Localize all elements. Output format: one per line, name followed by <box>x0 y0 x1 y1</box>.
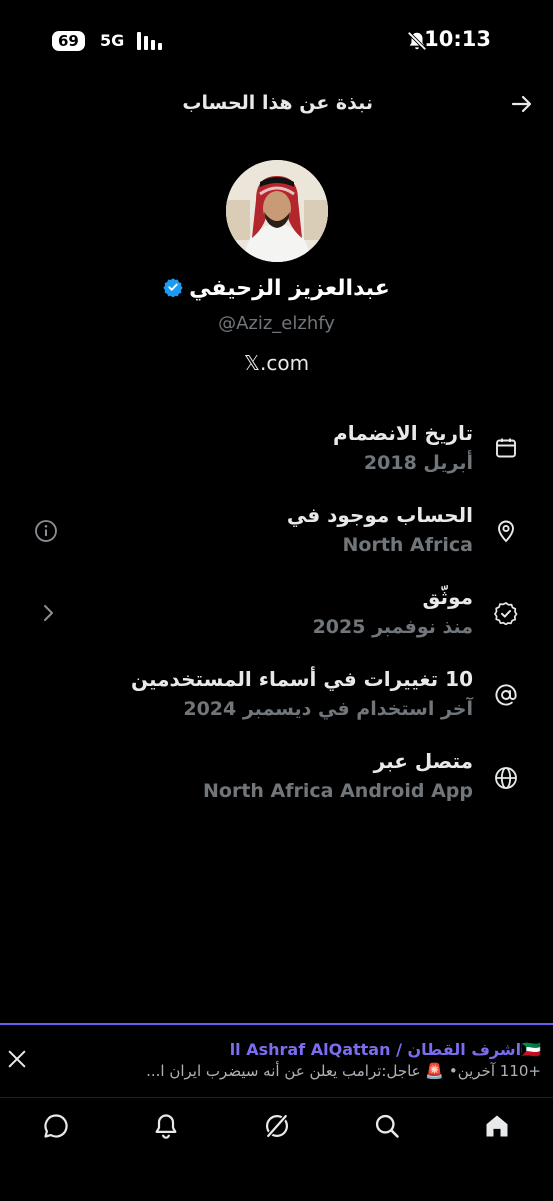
home-icon[interactable] <box>483 1112 511 1140</box>
location-pin-icon <box>498 520 514 543</box>
globe-icon <box>495 767 517 789</box>
location-value: North Africa <box>342 534 474 556</box>
username-changes-value: آخر استخدام في ديسمبر 2024 <box>183 698 473 720</box>
verified-value: منذ نوفمبر 2025 <box>312 616 473 638</box>
avatar[interactable] <box>226 160 328 262</box>
notification-text[interactable]: +110 آخرين• 🚨 عاجل:ترامب يعلن عن أنه سيض… <box>146 1062 541 1080</box>
close-icon[interactable] <box>6 1048 28 1070</box>
calendar-icon <box>496 438 516 458</box>
status-bar: 69 5G 10:13 <box>0 0 553 80</box>
user-handle: @Aziz_elzhfy <box>218 313 335 334</box>
at-sign-icon <box>495 684 517 706</box>
display-name: عبدالعزيز الزحيفي <box>189 276 390 301</box>
notification-banner[interactable] <box>0 1023 553 1097</box>
connected-via-value: North Africa Android App <box>203 780 473 802</box>
info-icon[interactable] <box>34 519 58 543</box>
back-arrow-icon[interactable] <box>510 92 534 116</box>
verified-outline-icon <box>494 602 518 625</box>
avatar-image <box>226 160 328 262</box>
messages-icon[interactable] <box>42 1112 70 1140</box>
join-date-title: تاريخ الانضمام <box>333 421 473 445</box>
signal-strength-icon <box>137 32 163 50</box>
clock: 10:13 <box>424 27 491 51</box>
network-type: 5G <box>100 31 125 50</box>
chevron-right-icon[interactable] <box>36 601 60 625</box>
connected-via-title: متصل عبر <box>373 749 473 773</box>
site-label: 𝕏.com <box>243 351 310 375</box>
notification-title[interactable]: اا Ashraf AlQattan / اشرف القطان🇰🇼 <box>230 1040 541 1059</box>
notifications-bell-icon[interactable] <box>152 1112 180 1140</box>
battery-indicator: 69 <box>52 31 85 51</box>
page-title: نبذة عن هذا الحساب <box>182 92 373 114</box>
search-icon[interactable] <box>373 1112 401 1140</box>
grok-icon[interactable] <box>263 1112 291 1140</box>
display-name-row: عبدالعزيز الزحيفي <box>0 276 553 301</box>
verified-title: موثّق <box>422 585 473 609</box>
location-title: الحساب موجود في <box>286 503 473 527</box>
join-date-value: أبريل 2018 <box>363 452 473 474</box>
verified-badge-icon <box>163 278 183 297</box>
username-changes-title: 10 تغييرات في أسماء المستخدمين <box>130 667 473 691</box>
